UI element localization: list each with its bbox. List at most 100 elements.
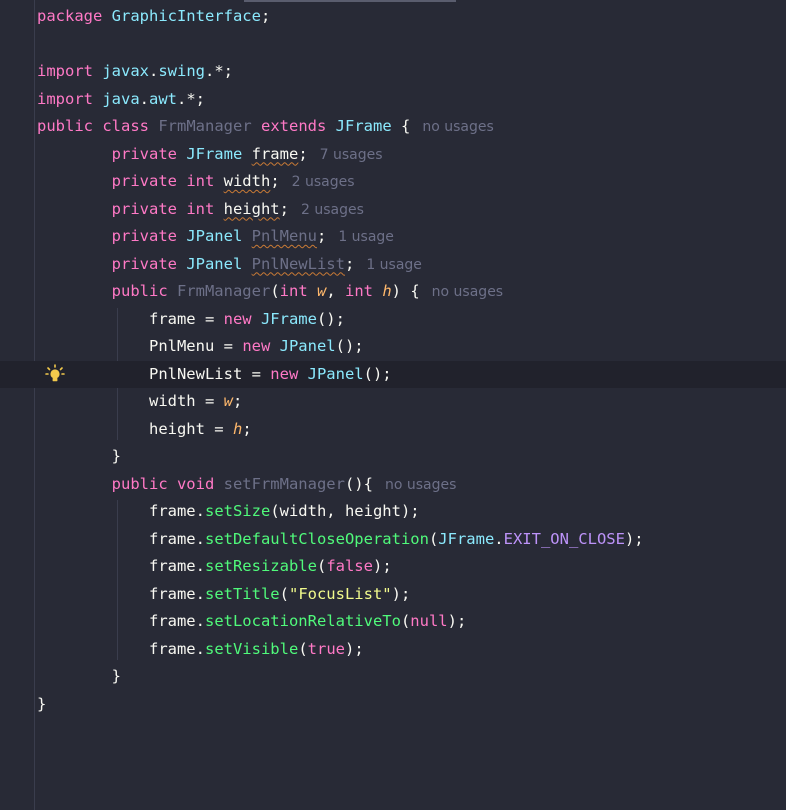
code-token: setDefaultCloseOperation <box>204 529 429 548</box>
code-token: height = <box>37 419 233 438</box>
code-line[interactable]: private JPanel PnlMenu; 1 usage <box>0 223 786 251</box>
code-token: new <box>223 309 261 328</box>
code-token: ); <box>391 584 411 603</box>
code-token: JFrame <box>260 309 317 328</box>
code-token: h <box>382 282 392 300</box>
code-token: true <box>307 639 345 658</box>
code-token: frame = <box>37 309 224 328</box>
code-text: private int height; 2 usages <box>37 196 364 225</box>
code-token: (); <box>363 364 392 383</box>
code-editor[interactable]: package GraphicInterface; import javax.sw… <box>0 0 786 810</box>
code-text: width = w; <box>37 388 242 416</box>
code-token: ; <box>344 254 355 273</box>
code-line[interactable]: private JPanel PnlNewList; 1 usage <box>0 251 786 279</box>
code-line[interactable]: PnlNewList = new JPanel(); <box>0 360 786 388</box>
code-token: false <box>326 557 373 575</box>
code-line[interactable]: public class FrmManager extends JFrame {… <box>0 113 786 141</box>
code-token: private <box>37 199 187 218</box>
code-text: frame.setTitle("FocusList"); <box>37 581 410 609</box>
code-line[interactable]: private int height; 2 usages <box>0 196 786 224</box>
code-token: ; <box>232 392 243 410</box>
usages-hint[interactable]: 1 usage <box>366 257 422 273</box>
horizontal-scrollbar[interactable] <box>244 0 456 2</box>
code-token: (){ <box>344 474 373 493</box>
code-token: ; <box>298 144 308 163</box>
code-token: w <box>316 282 327 300</box>
code-token: frame. <box>37 557 205 575</box>
code-line[interactable]: } <box>0 691 786 719</box>
code-token: ); <box>447 612 467 630</box>
code-line[interactable]: frame = new JFrame(); <box>0 306 786 334</box>
code-token: import <box>37 89 103 108</box>
code-line[interactable]: } <box>0 443 786 471</box>
code-token: .*; <box>205 62 234 80</box>
code-token: height <box>223 199 280 218</box>
code-line[interactable] <box>0 31 786 59</box>
code-line[interactable]: package GraphicInterface; <box>0 3 786 31</box>
code-token: setSize <box>204 502 271 520</box>
code-token: ; <box>260 7 271 25</box>
code-token: null <box>410 612 448 630</box>
code-token: h <box>232 419 243 438</box>
code-token: new <box>270 364 308 383</box>
code-token: javax <box>102 62 149 80</box>
code-token: setLocationRelativeTo <box>204 612 401 630</box>
code-token: JFrame <box>186 144 252 163</box>
code-token: frame. <box>37 584 205 603</box>
code-token: private <box>37 254 187 273</box>
code-line[interactable]: import java.awt.*; <box>0 86 786 114</box>
code-token: ); <box>624 529 644 548</box>
usages-hint[interactable]: 2 usages <box>292 174 355 190</box>
code-token: frame. <box>37 612 205 630</box>
code-text: } <box>37 443 121 471</box>
code-token: package <box>37 7 112 25</box>
code-line[interactable]: frame.setLocationRelativeTo(null); <box>0 608 786 636</box>
code-line[interactable]: private int width; 2 usages <box>0 168 786 196</box>
code-line[interactable]: height = h; <box>0 416 786 444</box>
code-token: JPanel <box>186 254 252 273</box>
code-token: java <box>102 89 140 108</box>
code-token: , <box>326 282 345 300</box>
usages-hint[interactable]: 7 usages <box>320 147 383 163</box>
code-token: JFrame <box>438 529 495 548</box>
code-line[interactable]: frame.setVisible(true); <box>0 636 786 664</box>
code-line[interactable]: PnlMenu = new JPanel(); <box>0 333 786 361</box>
code-token: ( <box>298 639 308 658</box>
code-token: (width, height); <box>270 502 420 520</box>
usages-hint[interactable]: no usages <box>432 284 503 300</box>
lightbulb-icon[interactable] <box>45 364 65 384</box>
code-token: setResizable <box>204 557 317 575</box>
code-token: frame <box>251 144 299 163</box>
code-token: int <box>186 172 224 190</box>
code-token: new <box>242 337 280 355</box>
code-line[interactable]: width = w; <box>0 388 786 416</box>
code-token: frame. <box>37 502 205 520</box>
code-text: private JFrame frame; 7 usages <box>37 141 383 170</box>
usages-hint[interactable]: 2 usages <box>301 202 364 218</box>
code-token: ; <box>279 199 289 218</box>
code-line[interactable]: frame.setResizable(false); <box>0 553 786 581</box>
code-token: PnlMenu <box>251 227 317 245</box>
code-token: } <box>37 447 121 465</box>
code-text: public void setFrmManager(){no usages <box>37 471 457 500</box>
code-line[interactable]: import javax.swing.*; <box>0 58 786 86</box>
usages-hint[interactable]: no usages <box>385 477 456 493</box>
usages-hint[interactable]: no usages <box>422 119 493 135</box>
code-token: { <box>391 117 411 135</box>
code-line[interactable]: frame.setSize(width, height); <box>0 498 786 526</box>
code-line[interactable]: } <box>0 663 786 691</box>
code-line[interactable]: public void setFrmManager(){no usages <box>0 471 786 499</box>
code-token: EXIT_ON_CLOSE <box>503 529 625 548</box>
code-text: package GraphicInterface; <box>37 3 270 31</box>
code-line[interactable]: frame.setTitle("FocusList"); <box>0 581 786 609</box>
code-line[interactable]: frame.setDefaultCloseOperation(JFrame.EX… <box>0 526 786 554</box>
code-token: ); <box>344 639 364 658</box>
code-line[interactable]: private JFrame frame; 7 usages <box>0 141 786 169</box>
code-token: FrmManager <box>158 117 252 135</box>
code-token: . <box>494 529 504 548</box>
code-text: import javax.swing.*; <box>37 58 233 86</box>
usages-hint[interactable]: 1 usage <box>338 229 394 245</box>
code-token: (); <box>316 309 345 328</box>
code-token: setTitle <box>204 584 280 603</box>
code-line[interactable]: public FrmManager(int w, int h) {no usag… <box>0 278 786 306</box>
